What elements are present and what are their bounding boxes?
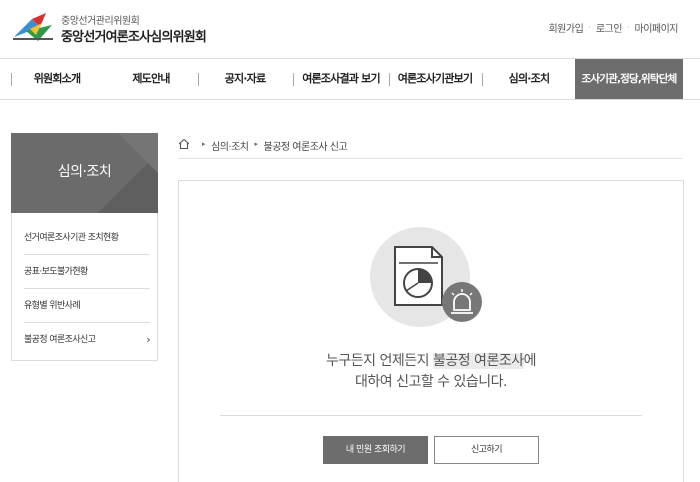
sidebar-item-label: 선거여론조사기관 조치현황 xyxy=(24,233,119,243)
site-header: 중앙선거관리위원회 중앙선거여론조사심의위원회 회원가입 · 로그인 · 마이페… xyxy=(0,0,700,58)
nav-item-review[interactable]: 심의·조치 xyxy=(486,59,572,99)
nav-item-about[interactable]: 위원회소개 xyxy=(14,59,100,99)
sidebar-title: 심의·조치 xyxy=(11,133,158,213)
nav-item-system[interactable]: 제도안내 xyxy=(108,59,194,99)
sidebar-item-publication-ban[interactable]: 공표·보도불가현황 xyxy=(24,255,150,289)
message-suffix: 에 xyxy=(523,353,537,369)
breadcrumb-arrow-icon: ▸ xyxy=(202,140,206,148)
message-highlight: 불공정 여론조사 xyxy=(432,353,524,369)
nav-divider xyxy=(482,73,483,86)
sidebar-menu: 선거여론조사기관 조치현황 공표·보도불가현황 유형별 위반사례 불공정 여론조… xyxy=(11,213,158,361)
nav-item-notice[interactable]: 공지·자료 xyxy=(202,59,288,99)
breadcrumb: ▸ 심의·조치 ▸ 불공정 여론조사 신고 xyxy=(178,138,682,159)
sidebar-title-label: 심의·조치 xyxy=(57,164,112,180)
site-title[interactable]: 중앙선거여론조사심의위원회 xyxy=(61,26,207,45)
nav-divider xyxy=(293,73,294,86)
main-nav: 위원회소개 제도안내 공지·자료 여론조사결과 보기 여론조사기관보기 심의·조… xyxy=(0,58,700,100)
breadcrumb-arrow-icon: ▸ xyxy=(254,140,259,148)
report-panel: 누구든지 언제든지 불공정 여론조사에 대하여 신고할 수 있습니다. 내 민원… xyxy=(178,180,684,482)
nav-divider xyxy=(198,73,199,86)
logo-icon[interactable] xyxy=(12,11,54,43)
nav-item-results[interactable]: 여론조사결과 보기 xyxy=(296,59,386,99)
my-complaints-button[interactable]: 내 민원 조회하기 xyxy=(323,436,428,464)
nav-item-agencies[interactable]: 여론조사기관보기 xyxy=(392,59,478,99)
sidebar-item-label: 불공정 여론조사신고 xyxy=(24,335,96,345)
sidebar-item-label: 유형별 위반사례 xyxy=(24,301,81,311)
report-illustration xyxy=(370,227,482,327)
org-subtitle: 중앙선거관리위원회 xyxy=(61,16,140,27)
breadcrumb-current: 불공정 여론조사 신고 xyxy=(263,142,348,153)
siren-icon xyxy=(442,282,482,322)
report-message-line1: 누구든지 언제든지 불공정 여론조사에 xyxy=(179,350,683,370)
submit-report-button[interactable]: 신고하기 xyxy=(434,436,539,464)
breadcrumb-item[interactable]: 심의·조치 xyxy=(211,138,249,153)
nav-divider xyxy=(389,73,390,86)
signup-link[interactable]: 회원가입 xyxy=(548,20,583,35)
sidebar-item-report[interactable]: 불공정 여론조사신고 › xyxy=(24,323,151,357)
chevron-right-icon: › xyxy=(146,333,150,346)
sidebar-item-label: 공표·보도불가현황 xyxy=(24,267,88,277)
util-separator: · xyxy=(588,23,591,32)
sidebar-item-agency-actions[interactable]: 선거여론조사기관 조치현황 xyxy=(24,221,150,255)
login-link[interactable]: 로그인 xyxy=(596,20,623,35)
nav-item-institutions[interactable]: 조사기관,정당,위탁단체 xyxy=(575,59,683,99)
util-separator: · xyxy=(626,23,630,32)
report-message-line2: 대하여 신고할 수 있습니다. xyxy=(355,374,507,390)
mypage-link[interactable]: 마이페이지 xyxy=(635,20,679,35)
divider xyxy=(220,415,642,416)
message-prefix: 누구든지 언제든지 xyxy=(326,353,433,369)
nav-divider xyxy=(11,73,12,86)
sidebar-item-violation-cases[interactable]: 유형별 위반사례 xyxy=(24,289,150,323)
home-icon[interactable] xyxy=(178,138,190,150)
utility-nav: 회원가입 · 로그인 · 마이페이지 xyxy=(548,20,678,35)
